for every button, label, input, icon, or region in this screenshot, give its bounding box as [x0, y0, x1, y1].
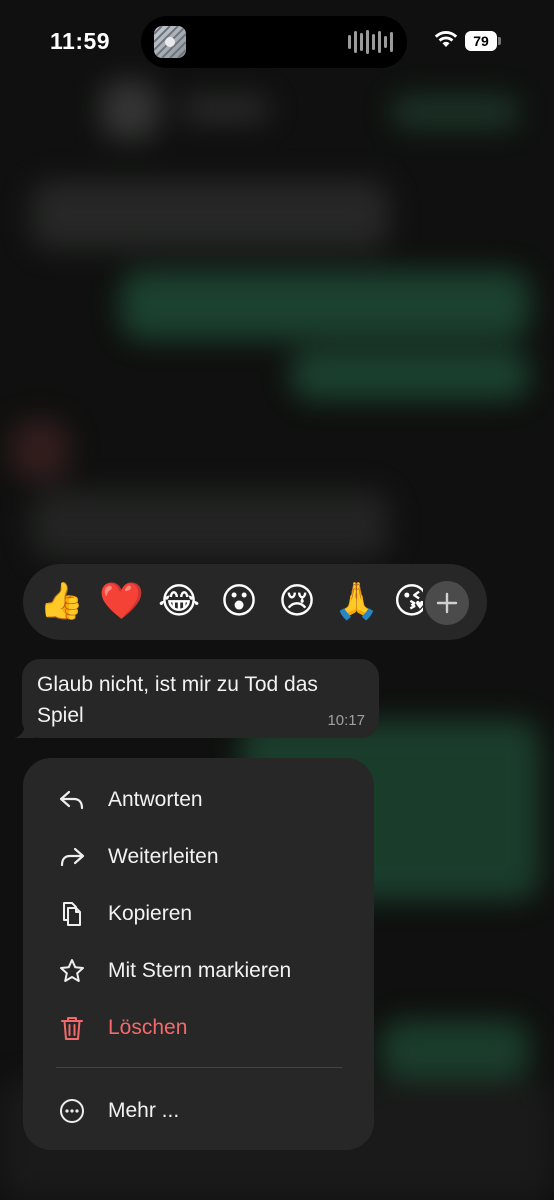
- forward-icon: [60, 847, 85, 867]
- audio-waveform-icon: [348, 29, 393, 55]
- wifi-icon: [434, 30, 458, 53]
- trash-icon: [61, 1017, 83, 1040]
- menu-item-forward[interactable]: Weiterleiten: [23, 831, 374, 881]
- menu-item-label: Mit Stern markieren: [108, 959, 292, 982]
- message-bubble[interactable]: Glaub nicht, ist mir zu Tod das Spiel 10…: [22, 659, 379, 738]
- status-time: 11:59: [50, 28, 111, 54]
- more-reactions-button[interactable]: [425, 581, 469, 625]
- copy-icon: [63, 902, 81, 926]
- message-context-menu: Antworten Weiterleiten Kopieren Mit Ster…: [23, 758, 374, 1150]
- reaction-praying[interactable]: 🙏: [334, 581, 379, 623]
- message-text: Glaub nicht, ist mir zu Tod das Spiel: [37, 673, 318, 727]
- menu-item-delete[interactable]: Löschen: [23, 1002, 374, 1052]
- reply-icon: [59, 790, 84, 810]
- menu-item-copy[interactable]: Kopieren: [23, 888, 374, 938]
- dynamic-island[interactable]: [141, 16, 407, 68]
- status-bar: 11:59 79: [0, 0, 554, 80]
- reaction-thumbs-up[interactable]: 👍: [39, 581, 84, 623]
- star-icon: [60, 959, 84, 982]
- now-playing-app-icon: [154, 26, 186, 58]
- battery-indicator: 79: [465, 31, 501, 51]
- battery-level: 79: [465, 31, 497, 51]
- menu-item-star[interactable]: Mit Stern markieren: [23, 945, 374, 995]
- reaction-bar: 👍 ❤️ 😂 😮 😢 🙏 😘: [23, 564, 487, 640]
- reaction-laughing[interactable]: 😂: [157, 581, 201, 623]
- reaction-heart[interactable]: ❤️: [99, 581, 144, 623]
- reaction-crying[interactable]: 😢: [275, 581, 319, 623]
- reaction-kiss[interactable]: 😘: [393, 581, 423, 623]
- menu-divider: [56, 1067, 342, 1068]
- menu-item-reply[interactable]: Antworten: [23, 774, 374, 824]
- menu-item-label: Kopieren: [108, 902, 193, 925]
- message-timestamp: 10:17: [327, 712, 365, 729]
- menu-item-label: Löschen: [108, 1016, 188, 1039]
- more-icon: [60, 1099, 84, 1123]
- menu-item-label: Antworten: [108, 788, 203, 811]
- plus-icon: [436, 592, 458, 614]
- reaction-surprised[interactable]: 😮: [217, 581, 261, 623]
- menu-item-label: Mehr ...: [108, 1099, 180, 1122]
- menu-item-more[interactable]: Mehr ...: [23, 1085, 374, 1135]
- menu-item-label: Weiterleiten: [108, 845, 219, 868]
